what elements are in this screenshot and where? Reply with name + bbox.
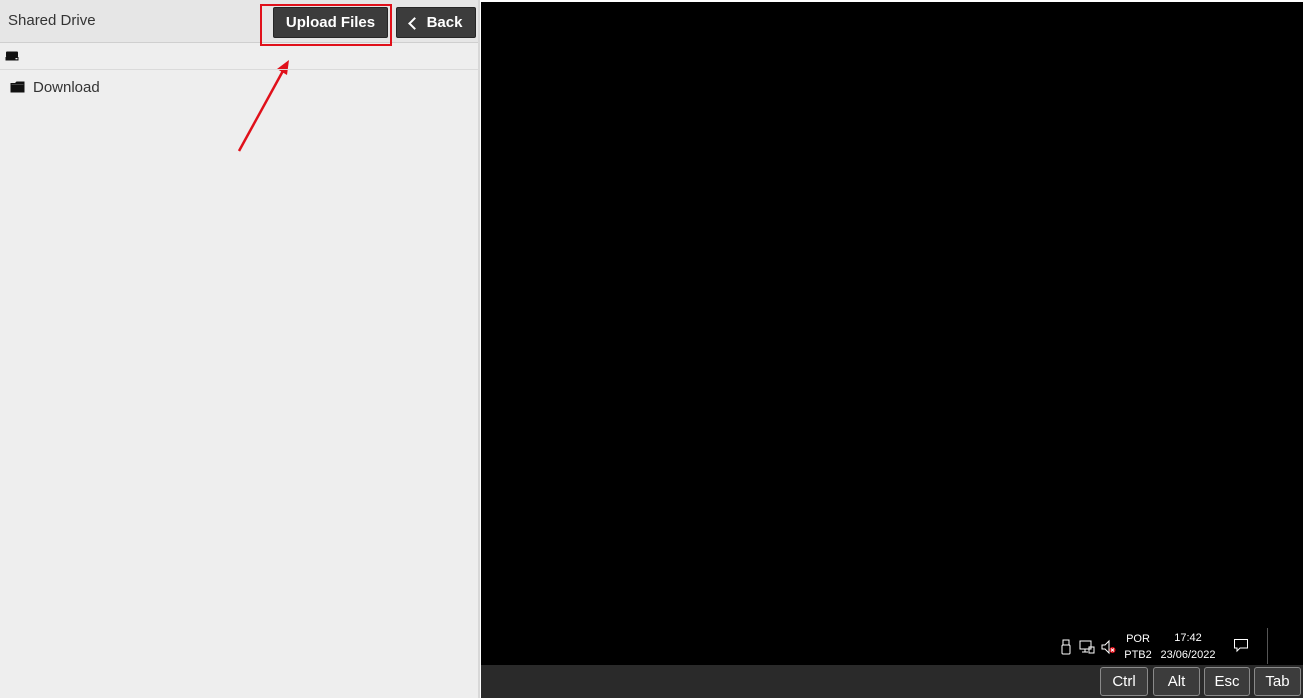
path-bar xyxy=(0,43,478,70)
page: Shared Drive Upload Files Back Download … xyxy=(0,0,1303,698)
file-manager-panel: Shared Drive Upload Files Back Download xyxy=(0,0,480,698)
back-label: Back xyxy=(426,14,463,31)
clock-date: 23/06/2022 xyxy=(1160,649,1216,661)
esc-key-label: Esc xyxy=(1214,673,1240,690)
remote-desktop-screen[interactable]: POR PTB2 17:42 23/06/2022 Ctrl Alt Esc T… xyxy=(481,2,1303,698)
tab-key-button[interactable]: Tab xyxy=(1254,667,1301,696)
file-name: Download xyxy=(33,78,100,96)
ctrl-key-button[interactable]: Ctrl xyxy=(1100,667,1148,696)
notification-icon[interactable] xyxy=(1233,637,1249,653)
chevron-left-icon xyxy=(407,16,421,30)
upload-files-button[interactable]: Upload Files xyxy=(273,7,388,38)
language-top: POR xyxy=(1126,633,1150,645)
special-keys-bar: Ctrl Alt Esc Tab xyxy=(481,665,1303,698)
network-icon[interactable] xyxy=(1079,639,1095,655)
panel-header: Shared Drive Upload Files Back xyxy=(0,0,478,43)
tray-divider xyxy=(1267,628,1268,664)
alt-key-label: Alt xyxy=(1167,673,1186,690)
volume-muted-icon[interactable] xyxy=(1100,639,1116,655)
remote-system-tray: POR PTB2 17:42 23/06/2022 xyxy=(481,624,1303,665)
tab-key-label: Tab xyxy=(1265,673,1290,690)
clock-time: 17:42 xyxy=(1174,632,1202,644)
panel-title: Shared Drive xyxy=(8,12,96,29)
usb-icon[interactable] xyxy=(1058,639,1074,655)
language-indicator[interactable]: POR PTB2 xyxy=(1122,632,1154,662)
drive-icon[interactable] xyxy=(5,51,19,61)
list-item[interactable]: Download xyxy=(10,77,100,97)
clock[interactable]: 17:42 23/06/2022 xyxy=(1157,631,1219,662)
ctrl-key-label: Ctrl xyxy=(1112,673,1136,690)
arrow-shaft xyxy=(237,68,286,152)
esc-key-button[interactable]: Esc xyxy=(1204,667,1250,696)
alt-key-button[interactable]: Alt xyxy=(1153,667,1200,696)
back-button[interactable]: Back xyxy=(396,7,476,38)
annotation-arrow xyxy=(237,60,289,152)
upload-files-label: Upload Files xyxy=(285,14,376,31)
language-bottom: PTB2 xyxy=(1124,649,1152,661)
folder-icon xyxy=(10,81,25,93)
